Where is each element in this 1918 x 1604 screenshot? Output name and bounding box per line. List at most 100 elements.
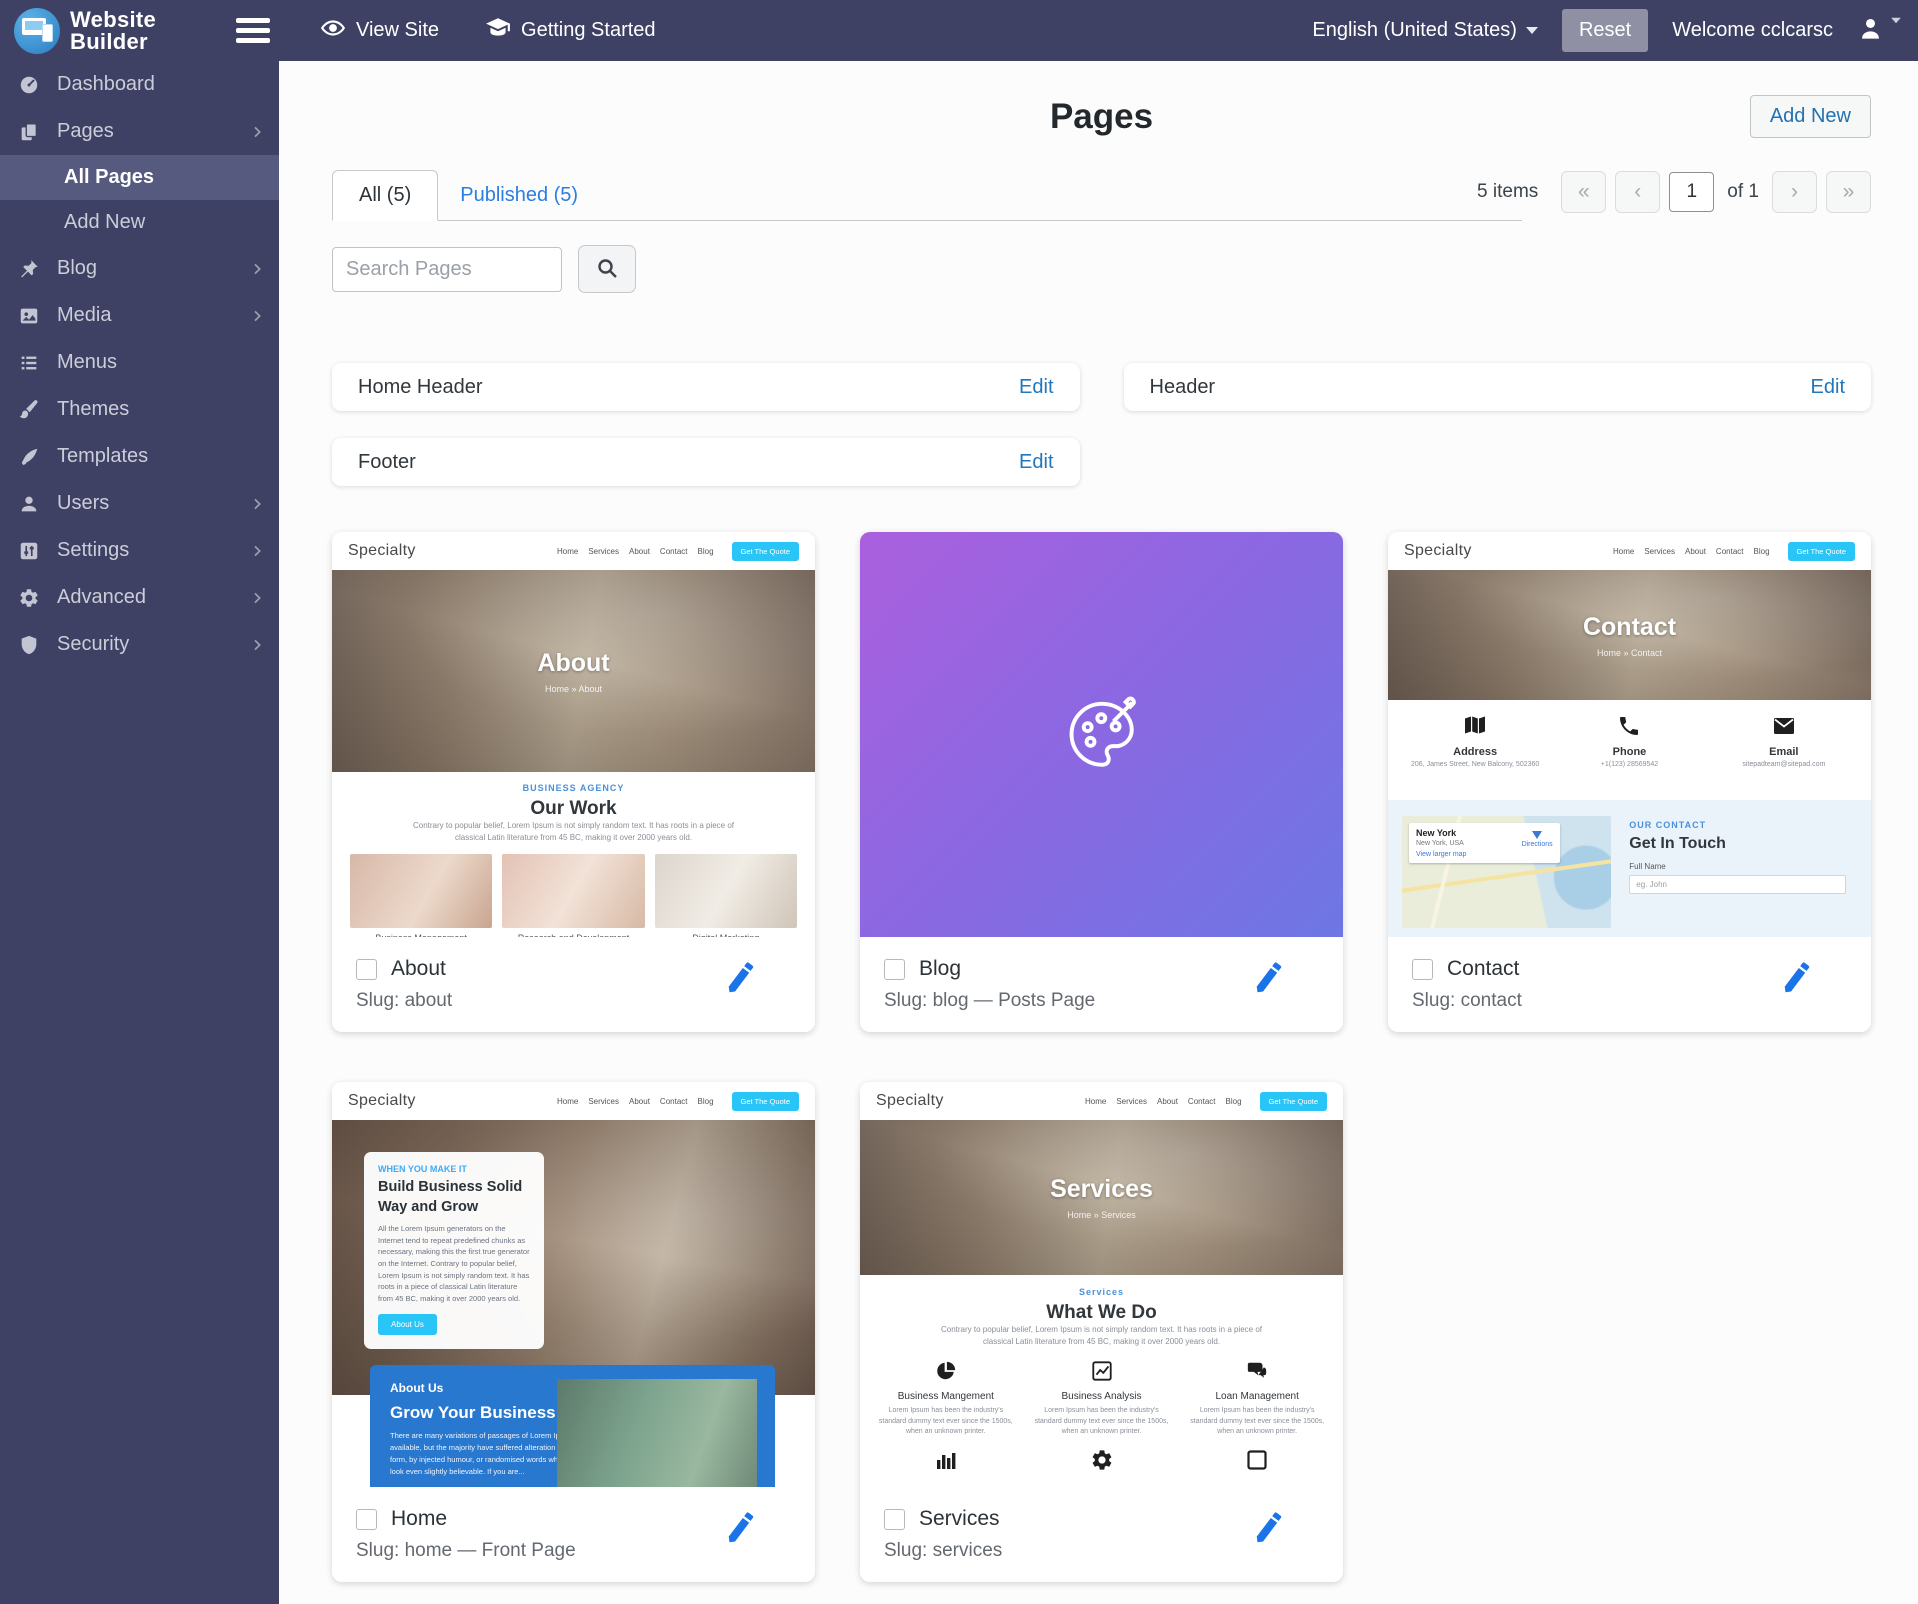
page-thumbnail-home[interactable]: Specialty HomeServicesAboutContactBlog G… <box>332 1082 815 1487</box>
page-card-contact: Specialty HomeServicesAboutContactBlog G… <box>1388 532 1871 1032</box>
edit-pencil-icon[interactable] <box>723 959 759 995</box>
tabs: All (5) Published (5) <box>332 165 1522 221</box>
thumb-site-header: Specialty HomeServicesAboutContactBlog G… <box>332 532 815 570</box>
sidebar-item-users[interactable]: Users <box>0 480 279 527</box>
app-root: WebsiteBuilder View Site Getting Started… <box>0 0 1918 1604</box>
prev-page-button[interactable]: ‹ <box>1615 171 1660 213</box>
select-page-checkbox[interactable] <box>884 1509 905 1530</box>
select-page-checkbox[interactable] <box>884 959 905 980</box>
chevron-right-icon <box>249 637 265 653</box>
edit-header-link[interactable]: Edit <box>1811 376 1845 399</box>
chat-bubbles-icon <box>1246 1369 1268 1386</box>
page-thumbnail-contact[interactable]: Specialty HomeServicesAboutContactBlog G… <box>1388 532 1871 937</box>
quote-button: Get The Quote <box>732 1092 799 1111</box>
sidebar-item-add-new[interactable]: Add New <box>0 200 279 245</box>
search-icon <box>595 256 619 283</box>
thumb-about-us-button: About Us <box>378 1314 437 1335</box>
part-label: Footer <box>358 451 416 474</box>
chevron-right-icon <box>249 590 265 606</box>
quote-button: Get The Quote <box>1260 1092 1327 1111</box>
sliders-icon <box>18 540 40 562</box>
page-of-label: of 1 <box>1723 181 1763 203</box>
thumb-hero: Services Home » Services <box>860 1120 1343 1275</box>
tab-published[interactable]: Published (5) <box>438 171 600 220</box>
sidebar-item-menus[interactable]: Menus <box>0 339 279 386</box>
page-thumbnail-blog[interactable] <box>860 532 1343 937</box>
sidebar-item-media[interactable]: Media <box>0 292 279 339</box>
reset-button[interactable]: Reset <box>1562 9 1648 52</box>
first-page-button[interactable]: « <box>1561 171 1606 213</box>
chevron-down-icon <box>1891 17 1901 23</box>
graduation-cap-icon <box>485 15 511 47</box>
sidebar-item-blog[interactable]: Blog <box>0 245 279 292</box>
select-page-checkbox[interactable] <box>356 959 377 980</box>
getting-started-link[interactable]: Getting Started <box>485 15 656 47</box>
pagination: 5 items « ‹ of 1 › » <box>1477 171 1871 213</box>
page-card-services: Specialty HomeServicesAboutContactBlog G… <box>860 1082 1343 1582</box>
thumb-photo <box>655 854 797 928</box>
select-page-checkbox[interactable] <box>356 1509 377 1530</box>
sidebar-item-settings[interactable]: Settings <box>0 527 279 574</box>
quote-button: Get The Quote <box>1788 542 1855 561</box>
edit-pencil-icon[interactable] <box>1251 1509 1287 1545</box>
sidebar-item-themes[interactable]: Themes <box>0 386 279 433</box>
sidebar-item-pages[interactable]: Pages <box>0 108 279 155</box>
page-card-about: Specialty HomeServicesAboutContactBlog G… <box>332 532 815 1032</box>
select-page-checkbox[interactable] <box>1412 959 1433 980</box>
paint-brush-icon <box>18 399 40 421</box>
main-content: Pages Add New All (5) Published (5) 5 it… <box>279 61 1918 1604</box>
search-button[interactable] <box>578 245 636 293</box>
user-avatar-icon <box>1857 15 1884 47</box>
page-card-home: Specialty HomeServicesAboutContactBlog G… <box>332 1082 815 1582</box>
directions-pin-icon <box>1532 831 1542 839</box>
page-thumbnail-services[interactable]: Specialty HomeServicesAboutContactBlog G… <box>860 1082 1343 1487</box>
edit-pencil-icon[interactable] <box>723 1509 759 1545</box>
last-page-button[interactable]: » <box>1826 171 1871 213</box>
sidebar-item-security[interactable]: Security <box>0 621 279 668</box>
view-site-link[interactable]: View Site <box>320 15 439 47</box>
sidebar-item-templates[interactable]: Templates <box>0 433 279 480</box>
account-menu[interactable] <box>1857 15 1902 47</box>
page-card-blog: Blog Slug: blog — Posts Page <box>860 532 1343 1032</box>
pen-icon <box>18 446 40 468</box>
website-builder-logo-icon <box>14 8 60 54</box>
thumb-site-header: Specialty HomeServicesAboutContactBlog G… <box>332 1082 815 1120</box>
gauge-icon <box>18 74 40 96</box>
add-new-button[interactable]: Add New <box>1750 95 1871 138</box>
next-page-button[interactable]: › <box>1772 171 1817 213</box>
language-dropdown[interactable]: English (United States) <box>1312 19 1538 42</box>
gears-icon <box>1090 1459 1114 1476</box>
sidebar: Dashboard Pages All Pages Add New Blog M… <box>0 61 279 1604</box>
line-chart-icon <box>1091 1369 1113 1386</box>
menu-toggle-button[interactable] <box>236 13 274 48</box>
chevron-right-icon <box>249 124 265 140</box>
gear-icon <box>18 587 40 609</box>
thumb-photo <box>502 854 644 928</box>
current-page-input[interactable] <box>1669 172 1714 212</box>
thumb-hero: About Home » About <box>332 570 815 772</box>
page-name: Home <box>391 1507 447 1531</box>
topbar: WebsiteBuilder View Site Getting Started… <box>0 0 1918 61</box>
sidebar-item-all-pages[interactable]: All Pages <box>0 155 279 200</box>
page-card-footer: Blog Slug: blog — Posts Page <box>860 937 1343 1032</box>
thumb-fullname-field: eg. John <box>1629 875 1845 894</box>
sidebar-item-advanced[interactable]: Advanced <box>0 574 279 621</box>
edit-footer-link[interactable]: Edit <box>1019 451 1053 474</box>
part-label: Home Header <box>358 376 483 399</box>
thumb-photo <box>557 1379 757 1487</box>
search-input[interactable] <box>332 247 562 292</box>
pushpin-icon <box>18 258 40 280</box>
thumb-site-header: Specialty HomeServicesAboutContactBlog G… <box>860 1082 1343 1120</box>
map-preview: New York New York, USA View larger map D… <box>1402 816 1611 928</box>
brand[interactable]: WebsiteBuilder <box>0 8 220 54</box>
page-title: Pages <box>332 61 1871 137</box>
edit-home-header-link[interactable]: Edit <box>1019 376 1053 399</box>
topbar-right: English (United States) Reset Welcome cc… <box>1312 9 1918 52</box>
page-thumbnail-about[interactable]: Specialty HomeServicesAboutContactBlog G… <box>332 532 815 937</box>
page-name: Blog <box>919 957 961 981</box>
edit-pencil-icon[interactable] <box>1251 959 1287 995</box>
tab-all[interactable]: All (5) <box>332 170 438 221</box>
sidebar-item-dashboard[interactable]: Dashboard <box>0 61 279 108</box>
page-name: About <box>391 957 446 981</box>
edit-pencil-icon[interactable] <box>1779 959 1815 995</box>
